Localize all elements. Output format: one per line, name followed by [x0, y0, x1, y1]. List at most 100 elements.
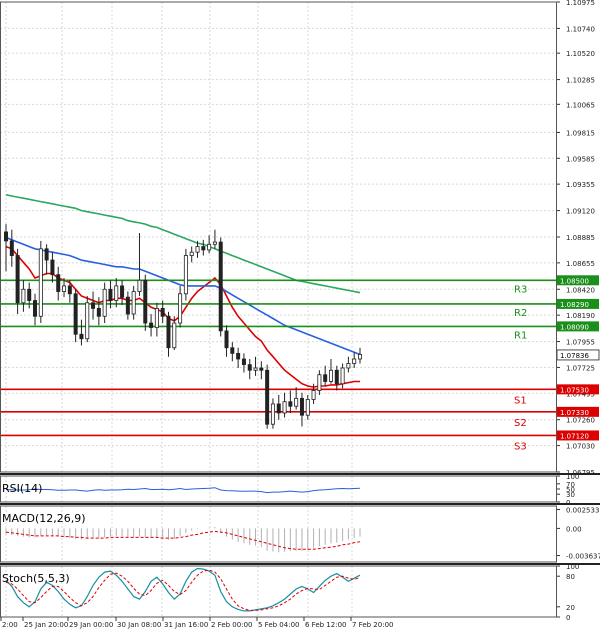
candle-body	[236, 352, 241, 360]
candle-body	[149, 322, 154, 328]
indicator-tick-label: 0	[566, 614, 570, 622]
level-name-r1: R1	[514, 330, 527, 341]
candle-body	[294, 397, 299, 407]
candle-body	[358, 354, 362, 360]
candle-body	[4, 231, 8, 242]
candle-body	[247, 364, 252, 371]
price-tick-label: 1.10975	[566, 0, 595, 7]
candle-body	[62, 285, 67, 292]
candle-body	[108, 288, 113, 301]
candle-body	[270, 403, 275, 425]
candle-body	[311, 390, 316, 400]
indicator-tick-label: 80	[566, 573, 575, 581]
candle-body	[317, 374, 322, 391]
level-price-label: 1.08500	[560, 277, 589, 285]
time-tick-label: 7 Feb 20:00	[352, 621, 393, 629]
candle-body	[143, 279, 148, 324]
level-price-label: 1.08090	[560, 323, 589, 331]
current-price-label: 1.07836	[560, 352, 589, 360]
price-tick-label: 1.09585	[566, 155, 595, 163]
candle-body	[224, 330, 229, 349]
candle-body	[33, 300, 38, 317]
price-tick-label: 1.09355	[566, 181, 595, 189]
price-tick-label: 1.10065	[566, 101, 595, 109]
indicator-tick-label: 20	[566, 604, 575, 612]
candle-body	[305, 399, 310, 416]
indicator-tick-label: 0.002533	[566, 506, 599, 514]
candle-body	[114, 285, 119, 301]
candle-body	[172, 322, 177, 349]
candle-body	[218, 241, 223, 332]
candle-body	[91, 302, 96, 309]
candle-body	[85, 302, 90, 340]
candle-body	[340, 367, 345, 385]
candle-body	[178, 293, 183, 324]
candle-body	[120, 285, 125, 298]
level-price-label: 1.07530	[560, 386, 589, 394]
forex-chart: 1.10975 1.10740 1.10520 1.10285 1.10065 1.098…	[0, 0, 600, 632]
indicator-name: Stoch(5,5,3)	[2, 572, 70, 585]
indicator-tick-label: 30	[566, 491, 575, 499]
level-name-s1: S1	[514, 395, 527, 406]
indicator-name: RSI(14)	[2, 482, 42, 495]
level-price-label: 1.08290	[560, 301, 589, 309]
level-price-label: 1.07120	[560, 432, 589, 440]
price-tick-label: 1.09815	[566, 129, 595, 137]
candle-body	[79, 333, 84, 340]
candle-body	[207, 243, 212, 251]
time-tick-label: 2 Feb 00:00	[211, 621, 252, 629]
price-tick-label: 1.08655	[566, 260, 595, 268]
price-tick-label: 1.07260	[566, 417, 595, 425]
time-tick-label: 6 Feb 12:00	[305, 621, 346, 629]
price-tick-label: 1.08190	[566, 312, 595, 320]
candle-body	[352, 358, 357, 364]
candle-body	[137, 279, 142, 292]
level-name-r2: R2	[514, 308, 527, 319]
candle-body	[56, 274, 61, 292]
candle-body	[259, 367, 264, 371]
chart-canvas: 1.10975 1.10740 1.10520 1.10285 1.10065 1.098…	[0, 0, 600, 629]
candle-body	[15, 255, 20, 304]
candle-body	[230, 347, 235, 354]
candle-body	[212, 241, 217, 245]
candle-body	[73, 293, 78, 335]
candle-body	[21, 288, 26, 304]
candle-body	[253, 367, 258, 371]
indicator-tick-label: 0.00	[566, 525, 582, 533]
time-tick-label: 30 Jan 08:00	[117, 621, 161, 629]
candle-body	[154, 307, 159, 328]
candle-body	[183, 255, 188, 295]
candle-body	[265, 369, 270, 425]
time-tick-label: 31 Jan 16:00	[164, 621, 208, 629]
candle-body	[27, 288, 32, 301]
time-tick-label: 5 Feb 04:00	[258, 621, 299, 629]
price-tick-label: 1.10520	[566, 50, 595, 58]
indicator-tick-label: -0.003637	[566, 553, 600, 561]
price-tick-label: 1.10285	[566, 77, 595, 85]
candle-body	[346, 363, 351, 369]
level-price-label: 1.07330	[560, 409, 589, 417]
candle-body	[9, 240, 14, 256]
candle-body	[102, 288, 107, 317]
level-name-s3: S3	[514, 441, 527, 452]
price-tick-label: 1.09120	[566, 208, 595, 216]
candle-body	[201, 246, 206, 251]
candle-body	[67, 285, 72, 295]
price-tick-label: 1.10740	[566, 25, 595, 33]
time-tick-label: 25 Jan 20:00	[24, 621, 68, 629]
price-tick-label: 1.07030	[566, 443, 595, 451]
level-name-s2: S2	[514, 418, 527, 429]
candle-body	[189, 251, 194, 256]
price-tick-label: 1.08885	[566, 234, 595, 242]
rsi-pane-bg	[0, 476, 556, 502]
candle-body	[195, 246, 200, 253]
candle-body	[38, 248, 43, 317]
candle-body	[131, 291, 136, 315]
candle-body	[323, 374, 328, 382]
candle-body	[160, 307, 165, 317]
stoch-pane-bg	[0, 566, 556, 617]
candle-body	[44, 248, 49, 261]
price-tick-label: 1.07725	[566, 364, 595, 372]
candle-body	[166, 315, 171, 349]
candle-body	[299, 397, 304, 416]
